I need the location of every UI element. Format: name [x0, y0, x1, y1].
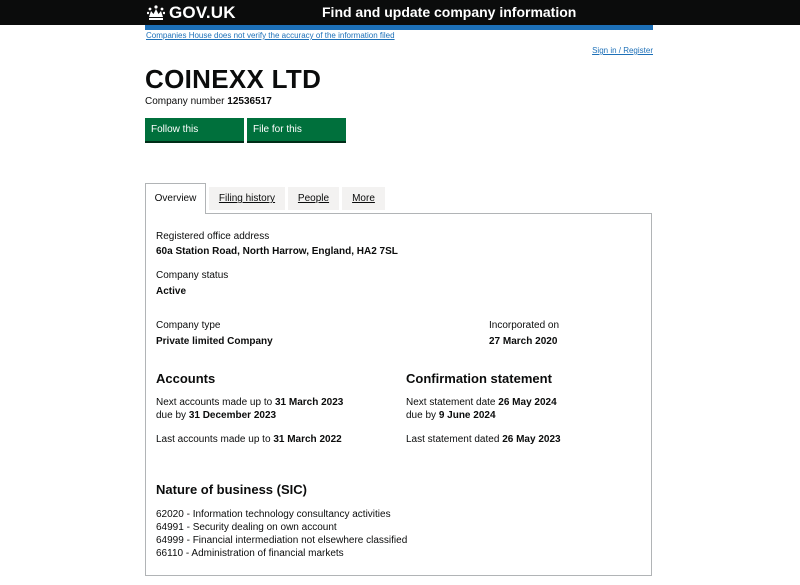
follow-company-button[interactable]: Follow this company [145, 118, 244, 158]
company-type-label: Company type [156, 320, 221, 331]
tab-filing-history[interactable]: Filing history [209, 187, 285, 210]
header-blue-bar [145, 25, 653, 30]
company-status-label: Company status [156, 270, 229, 281]
incorporated-value: 27 March 2020 [489, 336, 558, 347]
accounts-next-date: 31 March 2023 [274, 397, 344, 408]
sic-item: 64991 - Security dealing on own account [156, 522, 337, 533]
overview-panel: Registered office address 60a Station Ro… [145, 213, 652, 576]
confirmation-next-date: 26 May 2024 [498, 397, 557, 408]
confirmation-due-prefix: due by [406, 410, 437, 421]
office-address-label: Registered office address [156, 231, 270, 242]
confirmation-last-date: 26 May 2023 [502, 434, 561, 445]
accounts-due-prefix: due by [156, 410, 187, 421]
tab-overview[interactable]: Overview [145, 183, 206, 214]
header-bar: GOV.UK Find and update company informati… [0, 0, 800, 25]
file-for-company-button[interactable]: File for this company [247, 118, 346, 158]
service-name-link[interactable]: Find and update company information [322, 4, 576, 20]
accounts-heading: Accounts [156, 371, 216, 386]
confirmation-last-prefix: Last statement dated [406, 434, 500, 445]
accounts-due-line: due by 31 December 2023 [156, 410, 276, 421]
disclaimer-link[interactable]: Companies House does not verify the accu… [146, 31, 395, 40]
company-type-value: Private limited Company [156, 336, 273, 347]
office-address-value: 60a Station Road, North Harrow, England,… [156, 246, 398, 257]
company-number: 12536517 [227, 96, 272, 107]
company-number-label: Company number [145, 96, 225, 107]
sign-in-register-link[interactable]: Sign in / Register [592, 46, 653, 55]
company-status-value: Active [156, 286, 187, 297]
accounts-last-prefix: Last accounts made up to [156, 434, 271, 445]
sic-item: 66110 - Administration of financial mark… [156, 548, 344, 559]
tab-more[interactable]: More [342, 187, 385, 210]
confirmation-heading: Confirmation statement [406, 371, 552, 386]
company-number-line: Company number 12536517 [145, 96, 272, 107]
sic-item: 64999 - Financial intermediation not els… [156, 535, 408, 546]
accounts-last-line: Last accounts made up to 31 March 2022 [156, 434, 342, 445]
sic-heading: Nature of business (SIC) [156, 482, 307, 497]
confirmation-last-line: Last statement dated 26 May 2023 [406, 434, 561, 445]
confirmation-due-date: 9 June 2024 [438, 410, 496, 421]
accounts-next-prefix: Next accounts made up to [156, 397, 273, 408]
company-name: COINEXX LTD [145, 64, 322, 94]
incorporated-label: Incorporated on [489, 320, 560, 331]
govuk-logo-link[interactable]: GOV.UK [147, 3, 236, 23]
confirmation-next-prefix: Next statement date [406, 397, 496, 408]
tab-people[interactable]: People [288, 187, 339, 210]
accounts-last-date: 31 March 2022 [273, 434, 342, 445]
accounts-next-line: Next accounts made up to 31 March 2023 [156, 397, 343, 408]
confirmation-due-line: due by 9 June 2024 [406, 410, 496, 421]
sic-item: 62020 - Information technology consultan… [156, 509, 391, 520]
confirmation-next-line: Next statement date 26 May 2024 [406, 397, 557, 408]
logo-text: GOV.UK [169, 3, 236, 22]
accounts-due-date: 31 December 2023 [188, 410, 277, 421]
crown-icon [147, 5, 165, 20]
